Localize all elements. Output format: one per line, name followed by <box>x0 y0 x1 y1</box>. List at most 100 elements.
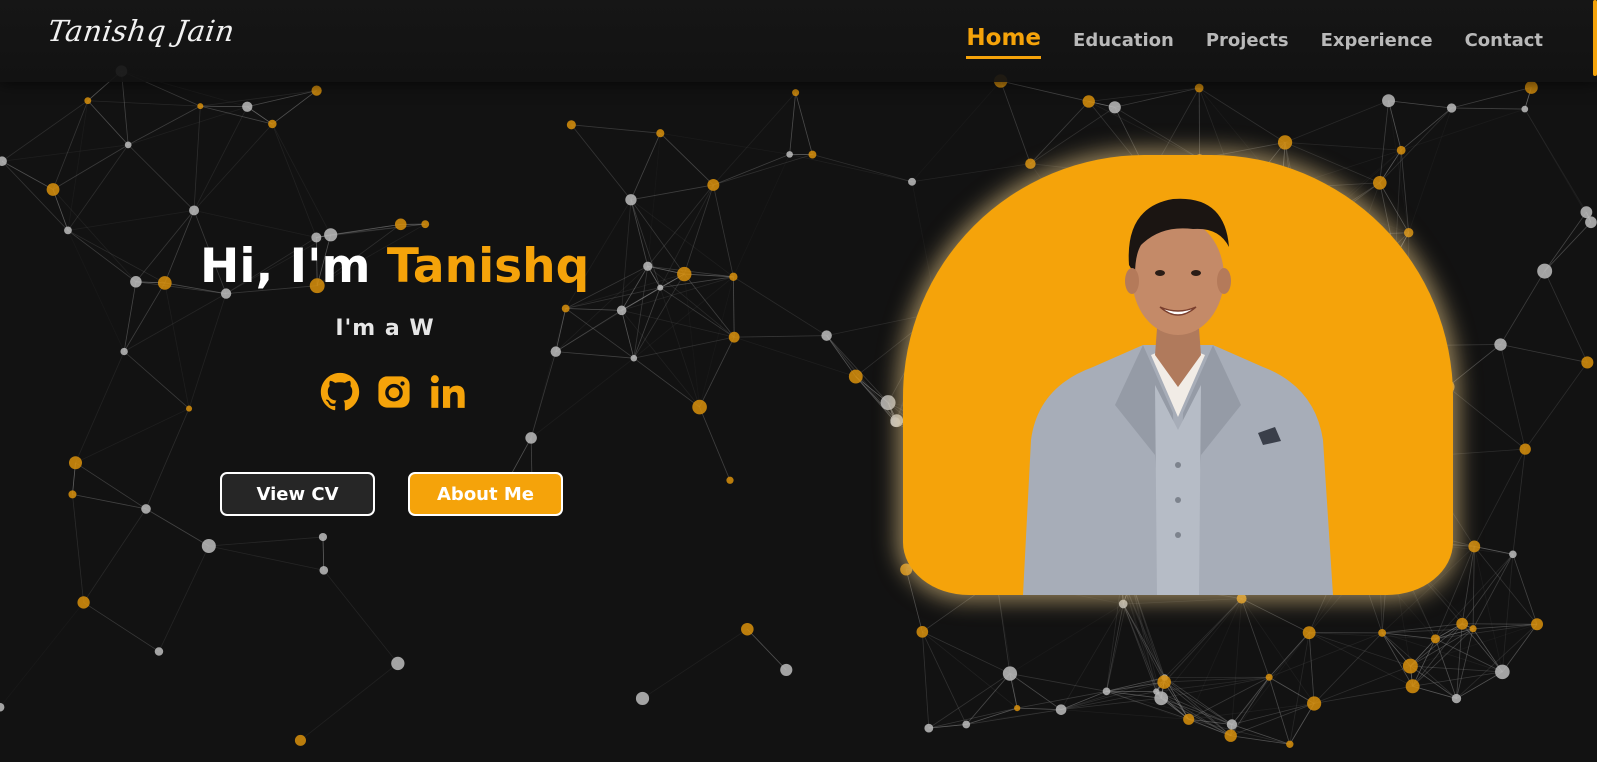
network-node <box>1531 618 1544 631</box>
network-link <box>193 106 248 211</box>
network-node <box>311 85 322 96</box>
network-link <box>1164 677 1233 725</box>
network-node <box>1402 658 1418 674</box>
network-node <box>550 346 562 357</box>
nav-link-experience[interactable]: Experience <box>1321 27 1433 59</box>
network-link <box>1231 724 1290 745</box>
network-node <box>1183 713 1195 725</box>
network-node <box>1194 83 1204 93</box>
network-node <box>1405 679 1420 694</box>
network-node <box>1286 740 1294 748</box>
network-node <box>821 330 832 341</box>
network-link <box>1435 623 1538 640</box>
network-node <box>157 276 172 290</box>
network-node <box>1302 626 1316 640</box>
network-node <box>848 369 863 384</box>
network-link <box>826 335 857 377</box>
network-link <box>67 230 165 284</box>
network-link <box>1163 598 1242 683</box>
network-node <box>1456 617 1469 630</box>
nav-link-home[interactable]: Home <box>966 24 1042 59</box>
network-link <box>1160 598 1242 699</box>
network-link <box>1544 270 1588 363</box>
network-link <box>621 199 632 311</box>
network-link <box>271 123 332 235</box>
network-node <box>64 226 72 235</box>
network-link <box>795 92 813 155</box>
network-link <box>75 351 125 463</box>
network-node <box>1082 95 1095 108</box>
network-node <box>268 119 277 129</box>
network-link <box>966 707 1018 725</box>
network-node <box>1509 550 1517 559</box>
network-link <box>193 210 317 238</box>
network-link <box>1462 623 1538 625</box>
github-link[interactable] <box>318 370 362 414</box>
network-link <box>921 631 967 725</box>
network-link <box>322 537 325 571</box>
network-node <box>120 347 128 356</box>
network-node <box>780 663 793 677</box>
network-link <box>83 508 147 603</box>
network-link <box>1121 577 1162 699</box>
network-node <box>391 656 405 671</box>
network-node <box>728 331 740 343</box>
nav-link-contact[interactable]: Contact <box>1465 27 1543 59</box>
instagram-link[interactable] <box>372 370 416 414</box>
network-node <box>1002 666 1018 681</box>
network-link <box>1451 87 1532 109</box>
network-link <box>1123 598 1242 605</box>
network-node <box>201 538 216 554</box>
network-link <box>1502 624 1538 673</box>
network-node <box>1585 216 1597 229</box>
network-link <box>1241 598 1315 704</box>
network-link <box>733 276 827 336</box>
network-node <box>68 490 77 499</box>
network-link <box>699 336 735 408</box>
instagram-icon <box>378 376 410 408</box>
network-link <box>630 199 661 288</box>
network-link <box>1524 362 1588 450</box>
network-link <box>1309 632 1411 667</box>
network-link <box>1284 100 1389 143</box>
network-node <box>962 720 971 729</box>
network-link <box>1 160 54 190</box>
network-link <box>732 276 735 338</box>
linkedin-link[interactable] <box>426 370 470 414</box>
network-link <box>642 628 748 699</box>
network-node <box>1307 696 1322 711</box>
network-link <box>1017 707 1062 711</box>
network-node <box>1524 81 1538 94</box>
network-node <box>677 266 692 282</box>
scrollbar-thumb[interactable] <box>1593 0 1597 76</box>
network-node <box>1495 664 1510 680</box>
network-link <box>1461 554 1514 624</box>
network-node <box>890 414 904 428</box>
network-link <box>1231 703 1315 725</box>
network-link <box>1544 221 1592 272</box>
network-link <box>121 71 129 145</box>
network-link <box>1114 87 1200 108</box>
network-link <box>271 123 317 238</box>
network-link <box>1473 623 1538 630</box>
network-node <box>1451 693 1462 704</box>
network-node <box>1265 673 1273 681</box>
network-link <box>928 673 1011 729</box>
network-link <box>145 508 210 547</box>
network-node <box>294 734 306 746</box>
network-node <box>186 405 193 412</box>
nav-link-projects[interactable]: Projects <box>1206 27 1289 59</box>
network-node <box>124 141 132 149</box>
site-logo[interactable]: Tanishq Jain <box>46 14 237 48</box>
nav-link-education[interactable]: Education <box>1073 27 1174 59</box>
network-node <box>1468 540 1481 553</box>
network-node <box>792 89 800 97</box>
network-node <box>1154 691 1169 706</box>
network-link <box>67 210 195 231</box>
network-link <box>87 100 201 107</box>
view-cv-button[interactable]: View CV <box>220 472 375 516</box>
about-me-button[interactable]: About Me <box>408 472 563 516</box>
network-link <box>734 335 827 338</box>
profile-photo-frame <box>903 155 1453 595</box>
network-node <box>1537 263 1553 279</box>
